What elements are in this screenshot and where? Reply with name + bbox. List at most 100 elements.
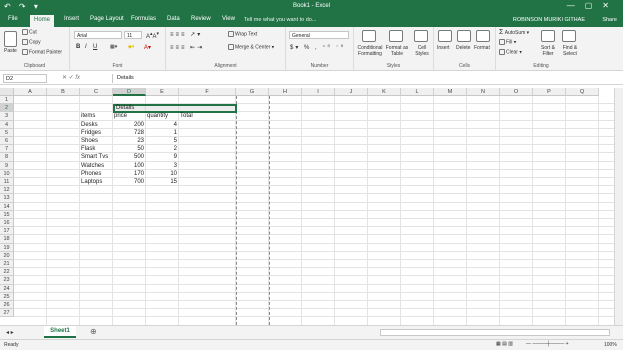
row-header-4[interactable]: 4 xyxy=(0,120,14,129)
column-header-l[interactable]: L xyxy=(401,88,434,96)
insert-button[interactable]: Insert xyxy=(437,45,450,51)
tab-file[interactable]: File xyxy=(8,16,18,22)
quantity-cell[interactable]: 9 xyxy=(146,153,179,161)
column-header-a[interactable]: A xyxy=(14,88,47,96)
column-header-d[interactable]: D xyxy=(113,88,146,96)
align-left-icons[interactable]: ≡≡≡ ⇤⇥ xyxy=(170,44,204,51)
format-as-table-button[interactable]: Format as Table xyxy=(384,45,410,57)
share-button[interactable]: Share xyxy=(602,17,617,23)
italic-button[interactable]: I xyxy=(85,44,87,50)
autosum-button[interactable]: Σ AutoSum ▾ xyxy=(499,29,529,36)
row-header-23[interactable]: 23 xyxy=(0,276,14,285)
row-header-24[interactable]: 24 xyxy=(0,284,14,293)
row-header-16[interactable]: 16 xyxy=(0,219,14,228)
item-cell[interactable]: Smart Tvs xyxy=(81,153,108,161)
fill-button[interactable]: Fill ▾ xyxy=(499,39,516,45)
quantity-cell[interactable]: 2 xyxy=(146,145,179,153)
column-header-j[interactable]: J xyxy=(335,88,368,96)
row-header-11[interactable]: 11 xyxy=(0,178,14,187)
row-header-21[interactable]: 21 xyxy=(0,260,14,269)
format-painter-button[interactable]: Format Painter xyxy=(22,49,62,55)
row-header-10[interactable]: 10 xyxy=(0,169,14,178)
quantity-cell[interactable]: 1 xyxy=(146,129,179,137)
row-header-12[interactable]: 12 xyxy=(0,186,14,195)
zoom-level[interactable]: 100% xyxy=(604,342,617,348)
row-header-6[interactable]: 6 xyxy=(0,137,14,146)
price-cell[interactable]: 100 xyxy=(113,162,146,170)
row-header-27[interactable]: 27 xyxy=(0,309,14,318)
format-button[interactable]: Format xyxy=(474,45,490,51)
zoom-slider[interactable]: — ────┼──── + xyxy=(526,341,569,347)
row-header-7[interactable]: 7 xyxy=(0,145,14,154)
column-header-h[interactable]: H xyxy=(269,88,302,96)
item-cell[interactable]: Laptops xyxy=(81,178,102,186)
cell-d2-title[interactable]: Details xyxy=(116,104,134,112)
find-select-button[interactable]: Find & Select xyxy=(559,45,581,57)
align-top-icons[interactable]: ≡≡≡ ↗▾ xyxy=(170,31,202,38)
row-header-14[interactable]: 14 xyxy=(0,202,14,211)
row-header-26[interactable]: 26 xyxy=(0,301,14,310)
horizontal-scrollbar[interactable] xyxy=(380,329,610,336)
sheet-tab-sheet1[interactable]: Sheet1 xyxy=(44,326,76,338)
header-cell[interactable]: items xyxy=(81,112,95,120)
quantity-cell[interactable]: 4 xyxy=(146,121,179,129)
currency-percent-icons[interactable]: $▾ % , ⁺⁰ ⁻⁰ xyxy=(290,44,345,51)
item-cell[interactable]: Shoes xyxy=(81,137,98,145)
column-header-m[interactable]: M xyxy=(434,88,467,96)
font-color-icon[interactable]: A▾ xyxy=(144,44,151,51)
column-header-o[interactable]: O xyxy=(500,88,533,96)
row-header-9[interactable]: 9 xyxy=(0,161,14,170)
item-cell[interactable]: Watches xyxy=(81,162,104,170)
wrap-text-button[interactable]: Wrap Text xyxy=(228,31,257,37)
row-header-25[interactable]: 25 xyxy=(0,292,14,301)
item-cell[interactable]: Phones xyxy=(81,170,101,178)
column-header-e[interactable]: E xyxy=(146,88,179,96)
column-header-k[interactable]: K xyxy=(368,88,401,96)
column-header-q[interactable]: Q xyxy=(566,88,599,96)
worksheet-grid[interactable]: A B C D E F G H I J K L M N O P Q 1 2 3 4 5 6 7 8 9 10 11 12 13 14 15 16… xyxy=(0,88,614,325)
price-cell[interactable]: 50 xyxy=(113,145,146,153)
quantity-cell[interactable]: 3 xyxy=(146,162,179,170)
conditional-formatting-button[interactable]: Conditional Formatting xyxy=(354,45,386,57)
row-header-5[interactable]: 5 xyxy=(0,128,14,137)
merge-center-button[interactable]: Merge & Center ▾ xyxy=(228,44,274,50)
row-header-13[interactable]: 13 xyxy=(0,194,14,203)
font-name-dropdown[interactable]: Arial xyxy=(74,31,122,39)
row-header-17[interactable]: 17 xyxy=(0,227,14,236)
quantity-cell[interactable]: 10 xyxy=(146,170,179,178)
tab-page-layout[interactable]: Page Layout xyxy=(90,16,124,22)
tab-review[interactable]: Review xyxy=(191,16,211,22)
copy-button[interactable]: Copy xyxy=(22,39,41,45)
quantity-cell[interactable]: 5 xyxy=(146,137,179,145)
name-box[interactable]: D2 xyxy=(3,74,47,83)
function-icon[interactable]: ✕ ✓ fx xyxy=(62,74,80,81)
row-header-15[interactable]: 15 xyxy=(0,210,14,219)
font-size-dropdown[interactable]: 11 xyxy=(124,31,142,39)
underline-button[interactable]: U xyxy=(93,44,97,50)
row-header-20[interactable]: 20 xyxy=(0,251,14,260)
clear-button[interactable]: Clear ▾ xyxy=(499,49,522,55)
price-cell[interactable]: 700 xyxy=(113,178,146,186)
grow-font-button[interactable]: A▴A▾ xyxy=(146,31,159,40)
column-header-c[interactable]: C xyxy=(80,88,113,96)
column-header-f[interactable]: F xyxy=(179,88,236,96)
vertical-scrollbar[interactable] xyxy=(614,88,623,325)
column-header-n[interactable]: N xyxy=(467,88,500,96)
price-cell[interactable]: 200 xyxy=(113,121,146,129)
view-buttons[interactable]: ▦ ▤ ▥ xyxy=(496,341,513,347)
tab-home[interactable]: Home xyxy=(30,15,55,27)
number-format-dropdown[interactable]: General xyxy=(289,31,349,39)
tell-me-box[interactable]: Tell me what you want to do... xyxy=(244,17,316,23)
header-cell[interactable]: price xyxy=(114,112,127,120)
sheet-nav-arrows[interactable]: ◂ ▸ xyxy=(6,329,14,336)
formula-input[interactable]: Details xyxy=(112,74,617,83)
delete-button[interactable]: Delete xyxy=(456,45,470,51)
select-all-corner[interactable] xyxy=(0,88,14,96)
column-header-i[interactable]: I xyxy=(302,88,335,96)
quantity-cell[interactable]: 15 xyxy=(146,178,179,186)
item-cell[interactable]: Desks xyxy=(81,121,98,129)
header-cell[interactable]: quantity xyxy=(147,112,168,120)
tab-view[interactable]: View xyxy=(222,16,235,22)
add-sheet-icon[interactable]: ⊕ xyxy=(90,327,97,336)
sort-filter-button[interactable]: Sort & Filter xyxy=(538,45,558,57)
